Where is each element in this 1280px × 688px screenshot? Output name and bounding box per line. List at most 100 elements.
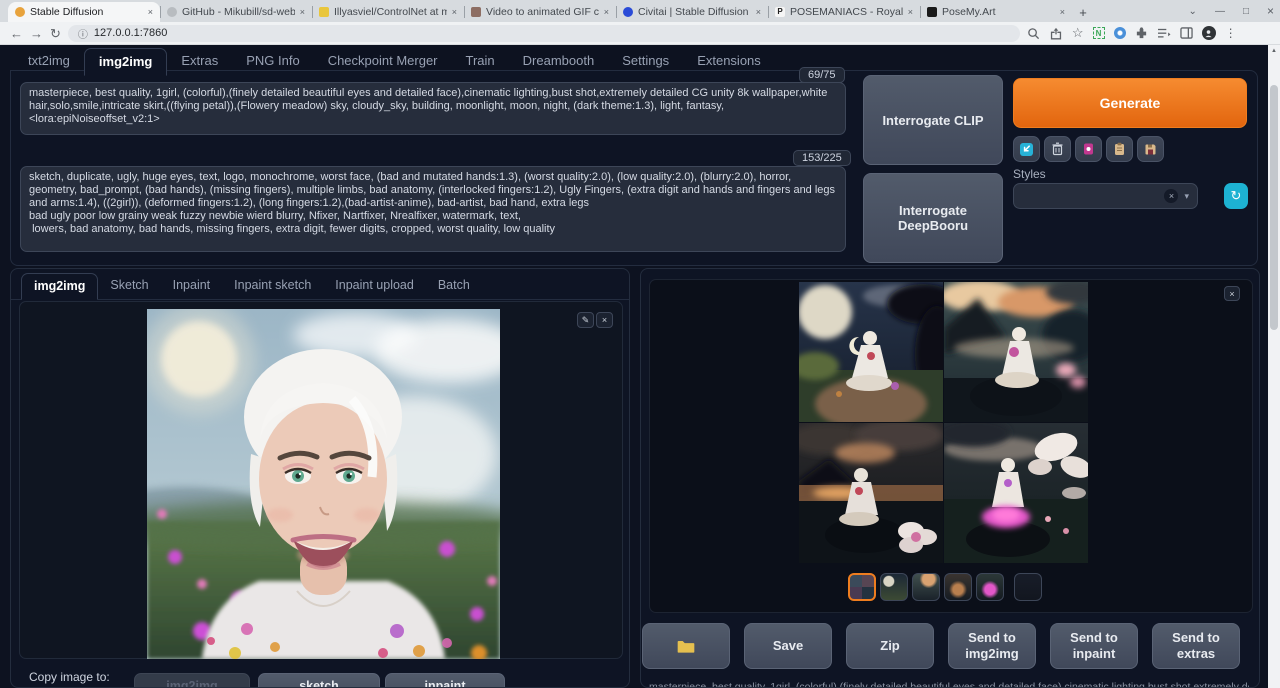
- browser-menu-icon[interactable]: ⋮: [1225, 26, 1237, 40]
- posemyart-favicon: [927, 7, 937, 17]
- negative-prompt-token-counter: 153/225: [793, 150, 851, 166]
- show-extra-networks-button[interactable]: [1075, 136, 1102, 162]
- save-button[interactable]: Save: [744, 623, 832, 669]
- new-tab-button[interactable]: +: [1072, 2, 1094, 22]
- window-close-button[interactable]: ×: [1267, 4, 1274, 18]
- tab-title: Video to animated GIF converter: [486, 6, 599, 18]
- thumbnail-4[interactable]: [944, 573, 972, 601]
- scroll-up-arrow-icon[interactable]: ▲: [1268, 45, 1280, 54]
- browser-tab-posemyart[interactable]: PoseMy.Art ×: [920, 2, 1072, 22]
- open-folder-button[interactable]: [642, 623, 730, 669]
- mode-tab-batch[interactable]: Batch: [426, 273, 482, 299]
- browser-tab-controlnet[interactable]: Illyasviel/ControlNet at main ×: [312, 2, 464, 22]
- interrogate-deepbooru-button[interactable]: Interrogate DeepBooru: [863, 173, 1003, 263]
- mode-tab-inpaint-upload[interactable]: Inpaint upload: [323, 273, 426, 299]
- browser-toolbar: ← → ↻ ⓘ 127.0.0.1:7860 ☆ N ⋮: [0, 22, 1280, 45]
- extensions-puzzle-icon[interactable]: [1135, 27, 1148, 40]
- thumbnail-3[interactable]: [912, 573, 940, 601]
- trash-icon: [1051, 142, 1064, 156]
- window-maximize-button[interactable]: □: [1243, 6, 1249, 17]
- apply-styles-button[interactable]: [1106, 136, 1133, 162]
- thumbnail-2[interactable]: [880, 573, 908, 601]
- bookmark-star-icon[interactable]: ☆: [1072, 25, 1084, 41]
- prompt-token-counter: 69/75: [799, 67, 845, 83]
- tab-close-icon[interactable]: ×: [908, 7, 913, 17]
- gallery-image-4[interactable]: [944, 423, 1088, 563]
- address-bar[interactable]: ⓘ 127.0.0.1:7860: [68, 25, 1020, 42]
- thumbnail-5[interactable]: [976, 573, 1004, 601]
- tab-close-icon[interactable]: ×: [148, 7, 153, 17]
- mode-tab-inpaint[interactable]: Inpaint: [161, 273, 223, 299]
- tab-close-icon[interactable]: ×: [300, 7, 305, 17]
- mode-tab-inpaint-sketch[interactable]: Inpaint sketch: [222, 273, 323, 299]
- tab-img2img[interactable]: img2img: [84, 48, 167, 76]
- reading-list-icon[interactable]: [1157, 27, 1171, 39]
- edit-image-button[interactable]: ✎: [577, 312, 594, 328]
- clear-styles-icon[interactable]: ×: [1164, 189, 1178, 203]
- remove-image-button[interactable]: ×: [596, 312, 613, 328]
- mode-tab-img2img[interactable]: img2img: [21, 273, 98, 300]
- tab-extras[interactable]: Extras: [167, 48, 232, 76]
- refresh-styles-button[interactable]: ↻: [1224, 183, 1248, 209]
- copy-to-inpaint-button[interactable]: inpaint: [385, 673, 505, 688]
- browser-tab-github[interactable]: GitHub - Mikubill/sd-webui-co... ×: [160, 2, 312, 22]
- tab-close-icon[interactable]: ×: [452, 7, 457, 17]
- page-scrollbar[interactable]: ▲: [1268, 45, 1280, 688]
- close-gallery-button[interactable]: ×: [1224, 286, 1240, 301]
- zoom-icon[interactable]: [1027, 27, 1040, 40]
- copy-to-img2img-button[interactable]: img2img: [134, 673, 250, 688]
- source-image-dropzone[interactable]: ✎ ×: [19, 301, 623, 659]
- extension-n-icon[interactable]: N: [1093, 27, 1105, 39]
- tab-close-icon[interactable]: ×: [604, 7, 609, 17]
- clear-prompt-button[interactable]: [1044, 136, 1071, 162]
- negative-prompt-input[interactable]: sketch, duplicate, ugly, huge eyes, text…: [20, 166, 846, 252]
- reload-icon[interactable]: ↻: [50, 27, 61, 40]
- tabstrip-caret-icon[interactable]: ⌄: [1189, 6, 1197, 17]
- gallery-image-3[interactable]: [799, 423, 943, 563]
- tab-dreambooth[interactable]: Dreambooth: [509, 48, 609, 76]
- url-text[interactable]: 127.0.0.1:7860: [94, 27, 167, 39]
- gallery-image-grid[interactable]: [799, 282, 1088, 563]
- tab-close-icon[interactable]: ×: [1060, 7, 1065, 17]
- copy-to-sketch-button[interactable]: sketch: [258, 673, 380, 688]
- profile-avatar[interactable]: [1202, 26, 1216, 40]
- paste-parameters-button[interactable]: [1013, 136, 1040, 162]
- tab-txt2img[interactable]: txt2img: [14, 48, 84, 76]
- clipboard-icon: [1113, 142, 1126, 156]
- posemaniacs-favicon: P: [775, 7, 785, 17]
- browser-tab-gif-converter[interactable]: Video to animated GIF converter ×: [464, 2, 616, 22]
- site-info-icon[interactable]: ⓘ: [78, 26, 88, 41]
- send-to-inpaint-button[interactable]: Send to inpaint: [1050, 623, 1138, 669]
- civitai-favicon: [623, 7, 633, 17]
- tab-train[interactable]: Train: [452, 48, 509, 76]
- tab-settings[interactable]: Settings: [608, 48, 683, 76]
- styles-dropdown[interactable]: × ▾: [1013, 183, 1198, 209]
- gallery-image-2[interactable]: [944, 282, 1088, 422]
- browser-tab-stable-diffusion[interactable]: Stable Diffusion ×: [8, 2, 160, 22]
- tab-png-info[interactable]: PNG Info: [232, 48, 313, 76]
- controlnet-favicon: [319, 7, 329, 17]
- send-to-extras-button[interactable]: Send to extras: [1152, 623, 1240, 669]
- send-to-img2img-button[interactable]: Send to img2img: [948, 623, 1036, 669]
- save-style-button[interactable]: [1137, 136, 1164, 162]
- generate-button[interactable]: Generate: [1013, 78, 1247, 128]
- window-minimize-button[interactable]: —: [1215, 6, 1225, 17]
- interrogate-clip-button[interactable]: Interrogate CLIP: [863, 75, 1003, 165]
- forward-icon[interactable]: →: [30, 27, 43, 40]
- gallery-image-1[interactable]: [799, 282, 943, 422]
- share-icon[interactable]: [1049, 27, 1063, 40]
- thumbnail-1-selected[interactable]: [848, 573, 876, 601]
- prompt-input[interactable]: masterpiece, best quality, 1girl, (color…: [20, 82, 846, 135]
- side-panel-icon[interactable]: [1180, 27, 1193, 39]
- scrollbar-thumb[interactable]: [1270, 85, 1278, 330]
- browser-tab-civitai[interactable]: Civitai | Stable Diffusion model... ×: [616, 2, 768, 22]
- zip-button[interactable]: Zip: [846, 623, 934, 669]
- tab-checkpoint-merger[interactable]: Checkpoint Merger: [314, 48, 452, 76]
- extension-blue-icon[interactable]: [1114, 27, 1126, 39]
- tab-extensions[interactable]: Extensions: [683, 48, 775, 76]
- thumbnail-6[interactable]: [1014, 573, 1042, 601]
- mode-tab-sketch[interactable]: Sketch: [98, 273, 160, 299]
- back-icon[interactable]: ←: [10, 27, 23, 40]
- browser-tab-posemaniacs[interactable]: P POSEMANIACS - Royalty free 3... ×: [768, 2, 920, 22]
- tab-close-icon[interactable]: ×: [756, 7, 761, 17]
